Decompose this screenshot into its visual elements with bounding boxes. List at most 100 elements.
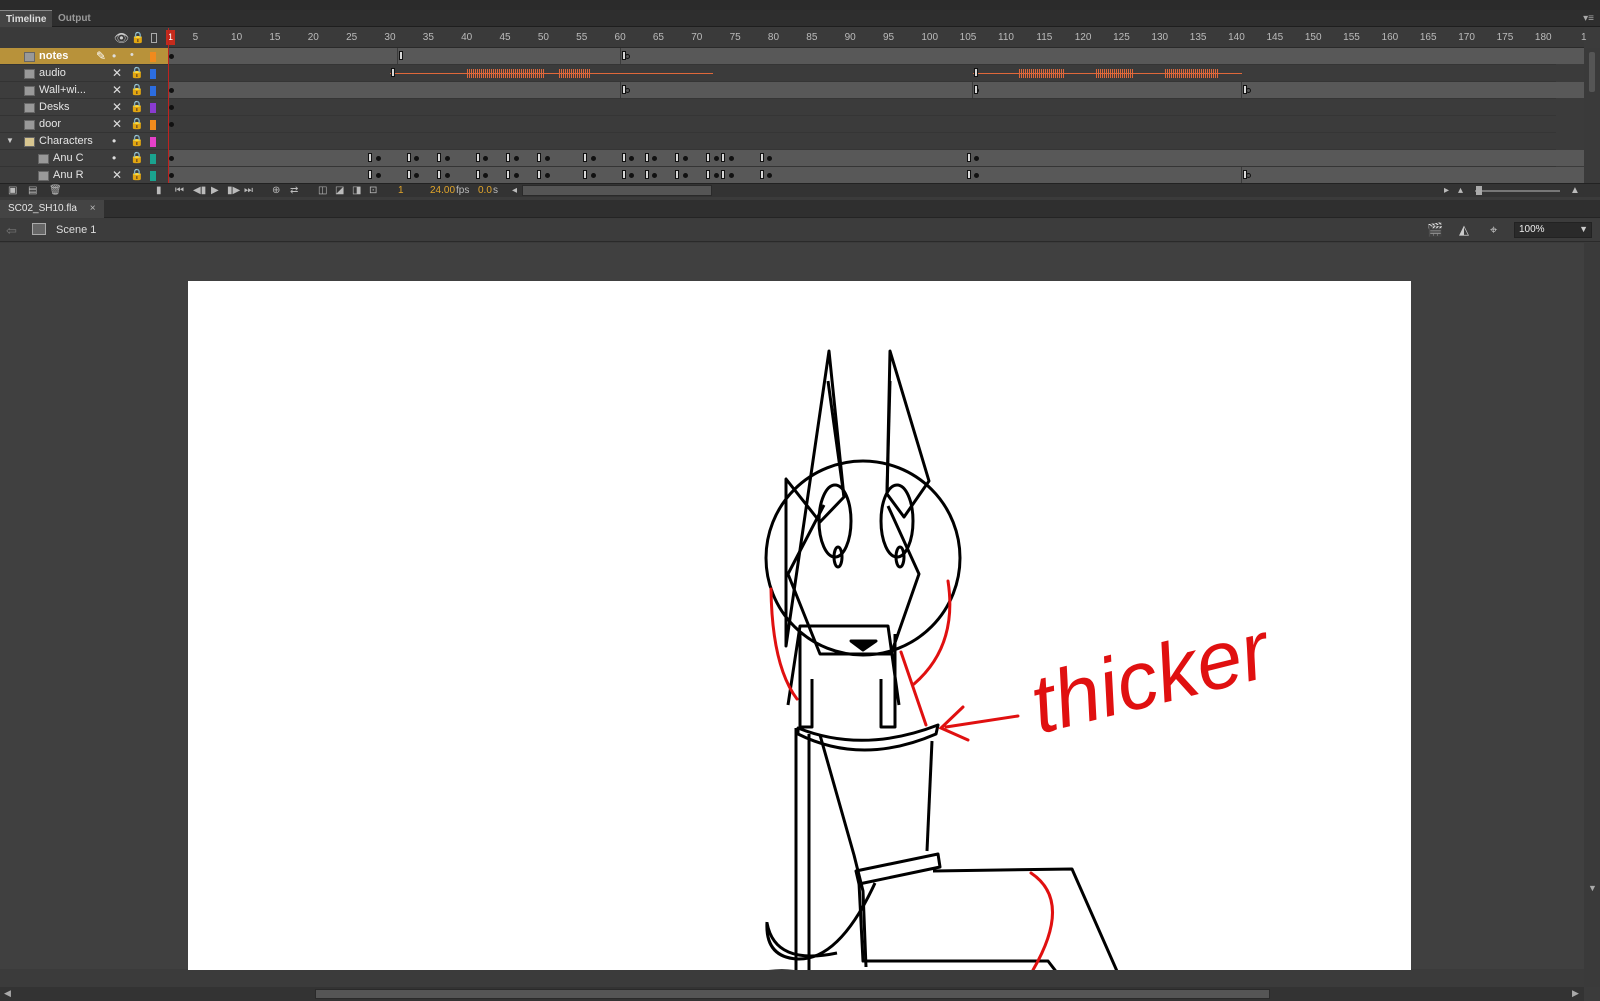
layer-row-notes[interactable]: notes ✎ • • <box>0 48 168 65</box>
center-frame-icon[interactable]: ⊕ <box>272 184 280 198</box>
scroll-right-stage-icon[interactable]: ▶ <box>1572 988 1579 999</box>
layer-row-wall-wi-[interactable]: Wall+wi... ✕ 🔒 <box>0 82 168 99</box>
fps-readout[interactable]: 24.00 <box>430 184 455 198</box>
frame-end-marker[interactable] <box>437 170 442 179</box>
frame-span[interactable] <box>1241 82 1586 98</box>
frame-end-marker[interactable] <box>721 170 726 179</box>
frame-end-marker[interactable] <box>475 170 480 179</box>
step-forward-icon[interactable]: ▮▶ <box>227 184 240 198</box>
stage-horizontal-scrollbar[interactable]: ◀ ▶ <box>0 987 1584 1001</box>
zoom-out-icon[interactable]: ▴ <box>1458 184 1463 198</box>
frame-end-marker[interactable] <box>759 170 764 179</box>
frame-end-marker[interactable] <box>721 153 726 162</box>
frame-end-marker[interactable] <box>368 153 373 162</box>
edit-symbol-icon[interactable]: ◭ <box>1459 222 1469 238</box>
frame-end-marker[interactable] <box>621 153 626 162</box>
frame-end-marker[interactable] <box>644 170 649 179</box>
frame-end-marker[interactable] <box>537 153 542 162</box>
frame-end-marker[interactable] <box>675 153 680 162</box>
scroll-left-stage-icon[interactable]: ◀ <box>4 988 11 999</box>
frame-end-marker[interactable] <box>506 153 511 162</box>
frame-track[interactable] <box>168 150 1586 167</box>
frame-span[interactable] <box>973 82 1241 98</box>
blank-keyframe[interactable] <box>624 54 630 59</box>
frame-end-marker[interactable] <box>644 153 649 162</box>
frame-track[interactable] <box>168 116 1556 133</box>
zoom-select[interactable]: 100% ▼ <box>1514 222 1592 238</box>
document-tab[interactable]: SC02_SH10.fla × <box>0 200 104 218</box>
keyframe[interactable] <box>590 173 596 178</box>
lock-icon[interactable]: 🔒 <box>130 134 144 147</box>
frame-end-marker[interactable] <box>399 51 404 60</box>
layer-name[interactable]: Anu R <box>53 169 84 181</box>
layer-color-swatch[interactable] <box>150 52 156 62</box>
lock-icon[interactable]: 🔒 <box>130 151 144 164</box>
lock-icon[interactable]: 🔒 <box>131 31 145 44</box>
frame-end-marker[interactable] <box>675 170 680 179</box>
center-stage-icon[interactable]: ⌖ <box>1490 222 1497 238</box>
layer-row-desks[interactable]: Desks ✕ 🔒 <box>0 99 168 116</box>
lock-icon[interactable]: 🔒 <box>130 117 144 130</box>
lock-icon[interactable]: 🔒 <box>130 100 144 113</box>
keyframe[interactable] <box>682 156 688 161</box>
modify-markers-icon[interactable]: ⊡ <box>369 184 377 198</box>
frame-end-marker[interactable] <box>537 170 542 179</box>
hidden-x-icon[interactable]: ✕ <box>112 100 122 114</box>
frame-end-marker[interactable] <box>705 170 710 179</box>
frame-span[interactable] <box>168 48 398 64</box>
layer-name[interactable]: audio <box>39 67 66 79</box>
scroll-right-icon[interactable]: ▸ <box>1444 184 1449 198</box>
last-frame-icon[interactable]: ⏭ <box>244 184 253 198</box>
layer-row-door[interactable]: door ✕ 🔒 <box>0 116 168 133</box>
keyframe[interactable] <box>713 173 719 178</box>
lock-icon[interactable]: 🔒 <box>130 66 144 79</box>
back-arrow-icon[interactable]: ⇦ <box>6 223 17 239</box>
frame-track[interactable] <box>168 167 1586 184</box>
first-frame-icon[interactable]: ⏮ <box>175 184 184 198</box>
layer-name[interactable]: Desks <box>39 101 70 113</box>
hidden-x-icon[interactable]: ✕ <box>112 83 122 97</box>
frame-track[interactable] <box>168 48 1586 65</box>
frame-span[interactable] <box>620 48 1586 64</box>
keyframe[interactable] <box>728 156 734 161</box>
frame-track[interactable] <box>168 82 1586 99</box>
hidden-x-icon[interactable]: ✕ <box>112 168 122 182</box>
frame-end-marker[interactable] <box>368 170 373 179</box>
step-back-icon[interactable]: ◀▮ <box>193 184 206 198</box>
hidden-x-icon[interactable]: ✕ <box>112 66 122 80</box>
new-layer-icon[interactable]: ▣ <box>8 184 17 198</box>
frame-zoom-handle[interactable] <box>1476 186 1482 195</box>
delete-layer-icon[interactable]: 🗑 <box>49 184 62 198</box>
frame-end-marker[interactable] <box>966 153 971 162</box>
onion-skin-outline-icon[interactable]: ◪ <box>335 184 344 198</box>
folder-expand-icon[interactable]: ▼ <box>6 136 14 145</box>
frame-end-marker[interactable] <box>406 153 411 162</box>
edit-scene-icon[interactable]: 🎬 <box>1427 222 1443 238</box>
frame-span[interactable] <box>1241 167 1586 183</box>
time-readout[interactable]: 0.0 <box>478 184 492 198</box>
lock-icon[interactable]: 🔒 <box>130 83 144 96</box>
layer-color-swatch[interactable] <box>150 137 156 147</box>
layer-color-swatch[interactable] <box>150 171 156 181</box>
scene-label[interactable]: Scene 1 <box>56 224 96 236</box>
keyframe[interactable] <box>682 173 688 178</box>
stage-vertical-scrollbar[interactable]: ▼ <box>1584 243 1600 987</box>
frame-end-marker[interactable] <box>475 153 480 162</box>
close-tab-icon[interactable]: × <box>90 203 96 214</box>
keyframe[interactable] <box>713 156 719 161</box>
frame-end-marker[interactable] <box>974 85 979 94</box>
panel-menu-icon[interactable]: ▾≡ <box>1583 10 1594 27</box>
current-frame-readout[interactable]: 1 <box>398 184 404 198</box>
timeline-h-scroll-thumb[interactable] <box>522 185 712 196</box>
frame-track[interactable] <box>168 99 1556 116</box>
layer-color-swatch[interactable] <box>150 103 156 113</box>
frame-end-marker[interactable] <box>705 153 710 162</box>
lock-icon[interactable]: 🔒 <box>130 168 144 181</box>
zoom-in-icon[interactable]: ▲ <box>1570 184 1580 198</box>
layer-color-swatch[interactable] <box>150 86 156 96</box>
keyframe[interactable] <box>544 173 550 178</box>
edit-multiple-frames-icon[interactable]: ◨ <box>352 184 361 198</box>
visible-dot-icon[interactable]: • <box>112 151 116 165</box>
layer-name[interactable]: Wall+wi... <box>39 84 86 96</box>
frame-zoom-slider[interactable] <box>1475 190 1560 192</box>
